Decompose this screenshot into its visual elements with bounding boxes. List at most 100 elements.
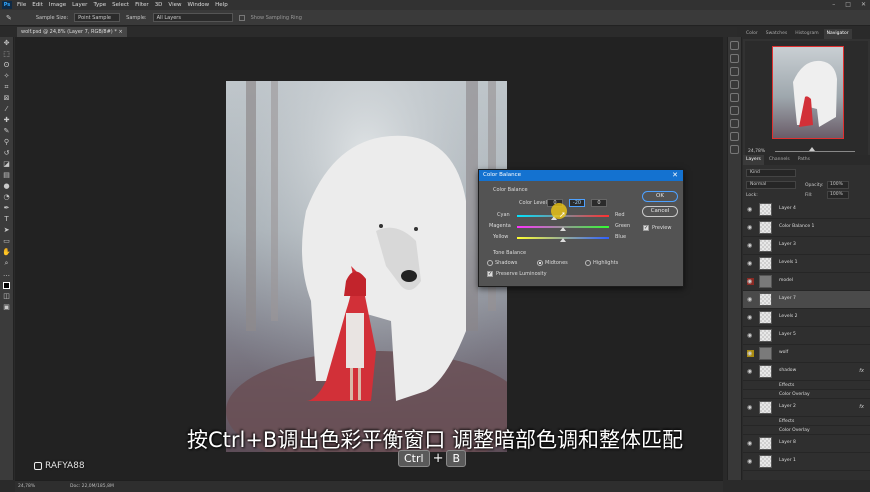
tab-swatches[interactable]: Swatches	[763, 29, 791, 39]
menu-window[interactable]: Window	[184, 2, 212, 8]
menu-image[interactable]: Image	[46, 2, 69, 8]
styles-panel-icon[interactable]	[730, 106, 739, 115]
shape-tool-icon[interactable]: ▭	[2, 236, 12, 246]
move-tool-icon[interactable]: ✥	[2, 38, 12, 48]
layer-row[interactable]: ◉ Color Balance 1	[743, 219, 870, 237]
tab-histogram[interactable]: Histogram	[792, 29, 821, 39]
navigator-zoom-thumb[interactable]	[809, 147, 815, 151]
visibility-eye-icon[interactable]: ◉	[747, 350, 754, 357]
status-zoom[interactable]: 24,78%	[18, 484, 35, 489]
visibility-eye-icon[interactable]: ◉	[747, 296, 754, 303]
menu-3d[interactable]: 3D	[152, 2, 166, 8]
level-input-2[interactable]: -20	[569, 199, 585, 207]
show-ring-checkbox[interactable]	[238, 14, 245, 21]
layer-row[interactable]: ◉ Layer 7	[743, 291, 870, 309]
layer-row[interactable]: ◉ Layer 4	[743, 201, 870, 219]
tab-channels[interactable]: Channels	[766, 155, 793, 165]
more-tools-icon[interactable]: …	[2, 269, 12, 279]
ok-button[interactable]: OK	[642, 191, 678, 202]
visibility-eye-icon[interactable]: ◉	[747, 260, 754, 267]
layer-row[interactable]: Color Overlay	[743, 390, 870, 399]
menu-edit[interactable]: Edit	[29, 2, 46, 8]
dialog-close-icon[interactable]: ✕	[672, 170, 678, 181]
paragraph-panel-icon[interactable]	[730, 132, 739, 141]
eyedropper-tool-icon[interactable]: ✎	[6, 14, 12, 22]
history-panel-icon[interactable]	[730, 41, 739, 50]
layer-row[interactable]: Effects	[743, 381, 870, 390]
menu-file[interactable]: File	[14, 2, 29, 8]
document-canvas[interactable]	[226, 81, 507, 452]
cancel-button[interactable]: Cancel	[642, 206, 678, 217]
visibility-eye-icon[interactable]: ◉	[747, 368, 754, 375]
type-tool-icon[interactable]: T	[2, 214, 12, 224]
visibility-eye-icon[interactable]: ◉	[747, 278, 754, 285]
actions-panel-icon[interactable]	[730, 54, 739, 63]
tab-color[interactable]: Color	[743, 29, 761, 39]
blur-tool-icon[interactable]: ●	[2, 181, 12, 191]
visibility-eye-icon[interactable]: ◉	[747, 458, 754, 465]
opacity-input[interactable]: 100%	[827, 181, 849, 189]
layer-row[interactable]: ◉ Layer 2 fx	[743, 399, 870, 417]
brush-tool-icon[interactable]: ✎	[2, 126, 12, 136]
layer-row[interactable]: ◉ Levels 1	[743, 255, 870, 273]
menu-type[interactable]: Type	[90, 2, 109, 8]
tab-navigator[interactable]: Navigator	[823, 29, 852, 39]
magenta-green-thumb[interactable]	[560, 227, 566, 231]
menu-select[interactable]: Select	[109, 2, 132, 8]
visibility-eye-icon[interactable]: ◉	[747, 206, 754, 213]
eyedropper-icon[interactable]: ⁄	[2, 104, 12, 114]
healing-brush-icon[interactable]: ✚	[2, 115, 12, 125]
close-icon[interactable]: ✕	[861, 1, 866, 8]
maximize-icon[interactable]: □	[845, 1, 851, 8]
lasso-tool-icon[interactable]: ʘ	[2, 60, 12, 70]
preview-checkbox[interactable]: ✓	[643, 225, 649, 231]
quick-select-tool-icon[interactable]: ✧	[2, 71, 12, 81]
shadows-radio[interactable]	[487, 260, 493, 266]
sample-size-select[interactable]: Point Sample	[74, 13, 121, 22]
layers-filter-select[interactable]: Kind	[746, 169, 796, 177]
layer-row[interactable]: ◉ Layer 1	[743, 453, 870, 471]
marquee-tool-icon[interactable]: ⬚	[2, 49, 12, 59]
pen-tool-icon[interactable]: ✒	[2, 203, 12, 213]
menu-filter[interactable]: Filter	[132, 2, 152, 8]
zoom-tool-icon[interactable]: ⌕	[2, 258, 12, 268]
color-swatches-icon[interactable]	[2, 280, 12, 290]
highlights-radio[interactable]	[585, 260, 591, 266]
path-select-icon[interactable]: ➤	[2, 225, 12, 235]
tab-close-icon[interactable]: ×	[118, 29, 122, 35]
eraser-tool-icon[interactable]: ◪	[2, 159, 12, 169]
sample-select[interactable]: All Layers	[152, 13, 233, 22]
visibility-eye-icon[interactable]: ◉	[747, 314, 754, 321]
screen-mode-icon[interactable]: ▣	[2, 302, 12, 312]
layer-row[interactable]: ◉ Layer 3	[743, 237, 870, 255]
navigator-zoom[interactable]: 24,78%	[748, 149, 765, 154]
layer-fx-icon[interactable]: fx	[859, 368, 864, 374]
preserve-luminosity-checkbox[interactable]: ✓	[487, 271, 493, 277]
navigator-zoom-slider[interactable]	[775, 151, 855, 152]
layer-row[interactable]: ◉ Layer 5	[743, 327, 870, 345]
navigator-preview[interactable]	[772, 46, 844, 139]
adjustments-panel-icon[interactable]	[730, 93, 739, 102]
blend-mode-select[interactable]: Normal	[746, 181, 796, 189]
crop-tool-icon[interactable]: ⌗	[2, 82, 12, 92]
gradient-tool-icon[interactable]: ▤	[2, 170, 12, 180]
visibility-eye-icon[interactable]: ◉	[747, 224, 754, 231]
history-brush-icon[interactable]: ↺	[2, 148, 12, 158]
quick-mask-icon[interactable]: ◫	[2, 291, 12, 301]
minimize-icon[interactable]: –	[832, 1, 835, 8]
hand-tool-icon[interactable]: ✋	[2, 247, 12, 257]
fill-input[interactable]: 100%	[827, 191, 849, 199]
tab-paths[interactable]: Paths	[795, 155, 813, 165]
midtones-radio[interactable]	[537, 260, 543, 266]
layer-row[interactable]: ◉ shadow fx	[743, 363, 870, 381]
clone-stamp-icon[interactable]: ⚲	[2, 137, 12, 147]
properties-panel-icon[interactable]	[730, 67, 739, 76]
yellow-blue-thumb[interactable]	[560, 238, 566, 242]
menu-view[interactable]: View	[165, 2, 184, 8]
menu-layer[interactable]: Layer	[69, 2, 90, 8]
layer-row[interactable]: ◉ Levels 2	[743, 309, 870, 327]
dodge-tool-icon[interactable]: ◔	[2, 192, 12, 202]
visibility-eye-icon[interactable]: ◉	[747, 332, 754, 339]
layer-fx-icon[interactable]: fx	[859, 404, 864, 410]
brushes-panel-icon[interactable]	[730, 80, 739, 89]
